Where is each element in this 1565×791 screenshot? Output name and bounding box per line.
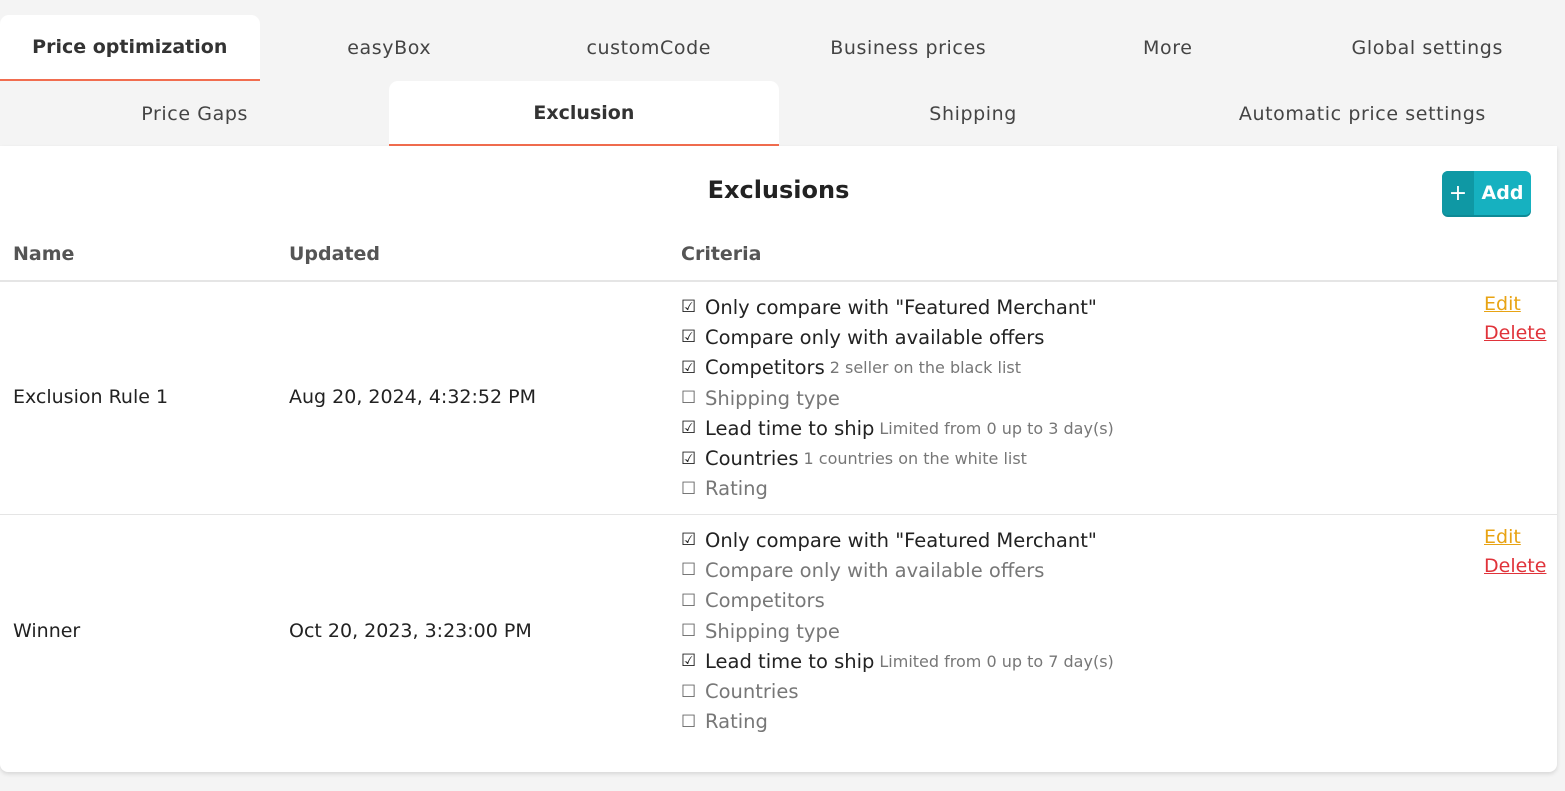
add-button-label: Add [1481,182,1524,204]
edit-link[interactable]: Edit [1484,293,1546,322]
unchecked-box-icon: ☐ [681,711,697,732]
tab-more[interactable]: More [1038,15,1298,81]
header-divider [0,280,1557,282]
tab-exclusion-label: Exclusion [533,101,635,124]
tab-exclusion[interactable]: Exclusion [389,81,779,160]
checked-box-icon: ☑ [681,297,697,318]
criterion: ☐ Compare only with available offers [681,558,1045,582]
criterion: ☑ Only compare with "Featured Merchant" [681,528,1097,552]
delete-link[interactable]: Delete [1484,322,1546,351]
checked-box-icon: ☑ [681,530,697,551]
checked-box-icon: ☑ [681,357,697,378]
row-1-updated: Aug 20, 2024, 4:32:52 PM [289,386,536,408]
checked-box-icon: ☑ [681,651,697,672]
criterion: ☐ Rating [681,477,768,501]
delete-link[interactable]: Delete [1484,555,1546,584]
tab-price-optimization[interactable]: Price optimization [0,15,260,81]
tab-business-prices[interactable]: Business prices [779,15,1039,81]
edit-link[interactable]: Edit [1484,526,1546,555]
criterion: ☑ Countries 1 countries on the white list [681,447,1027,471]
tab-price-gaps[interactable]: Price Gaps [0,81,389,146]
criterion: ☑ Compare only with available offers [681,325,1045,349]
criterion: ☑ Only compare with "Featured Merchant" [681,295,1097,319]
criterion: ☑ Lead time to ship Limited from 0 up to 3… [681,416,1114,440]
row-2-updated: Oct 20, 2023, 3:23:00 PM [289,620,532,642]
unchecked-box-icon: ☐ [681,560,697,581]
criterion: ☑ Competitors 2 seller on the black list [681,356,1021,380]
criterion: ☐ Countries [681,680,799,704]
add-button[interactable]: + Add [1442,171,1531,215]
unchecked-box-icon: ☐ [681,621,697,642]
tab-automatic-price-settings[interactable]: Automatic price settings [1168,81,1557,146]
column-header-name: Name [13,243,75,265]
sub-tabs: Price Gaps Exclusion Shipping Automatic … [0,81,1557,160]
plus-icon: + [1442,171,1474,215]
column-header-updated: Updated [289,243,381,265]
checked-box-icon: ☑ [681,448,697,469]
column-header-criteria: Criteria [681,243,762,265]
tab-shipping[interactable]: Shipping [779,81,1168,146]
row-2-name: Winner [13,620,81,642]
unchecked-box-icon: ☐ [681,388,697,409]
checked-box-icon: ☑ [681,327,697,348]
row-2-criteria-list: ☑ Only compare with "Featured Merchant" ☐… [681,525,1114,737]
criterion: ☐ Shipping type [681,619,840,643]
row-2-actions: Edit Delete [1484,526,1546,584]
row-1-actions: Edit Delete [1484,293,1546,351]
unchecked-box-icon: ☐ [681,478,697,499]
criterion: ☑ Lead time to ship Limited from 0 up to 7… [681,649,1114,673]
checked-box-icon: ☑ [681,418,697,439]
exclusions-panel: Exclusions + Add Name Updated Criteria E… [0,146,1557,772]
criterion: ☐ Rating [681,710,768,734]
row-1-name: Exclusion Rule 1 [13,386,169,408]
row-1-criteria-list: ☑ Only compare with "Featured Merchant" ☑… [681,292,1114,504]
criterion: ☐ Competitors [681,589,825,613]
tab-easybox[interactable]: easyBox [260,15,520,81]
tab-customcode[interactable]: customCode [519,15,779,81]
main-tabs: Price optimization easyBox customCode Bu… [0,15,1557,81]
unchecked-box-icon: ☐ [681,681,697,702]
tab-global-settings[interactable]: Global settings [1298,15,1558,81]
row-divider [0,514,1557,515]
criterion: ☐ Shipping type [681,386,840,410]
panel-title: Exclusions [707,176,850,204]
unchecked-box-icon: ☐ [681,590,697,611]
